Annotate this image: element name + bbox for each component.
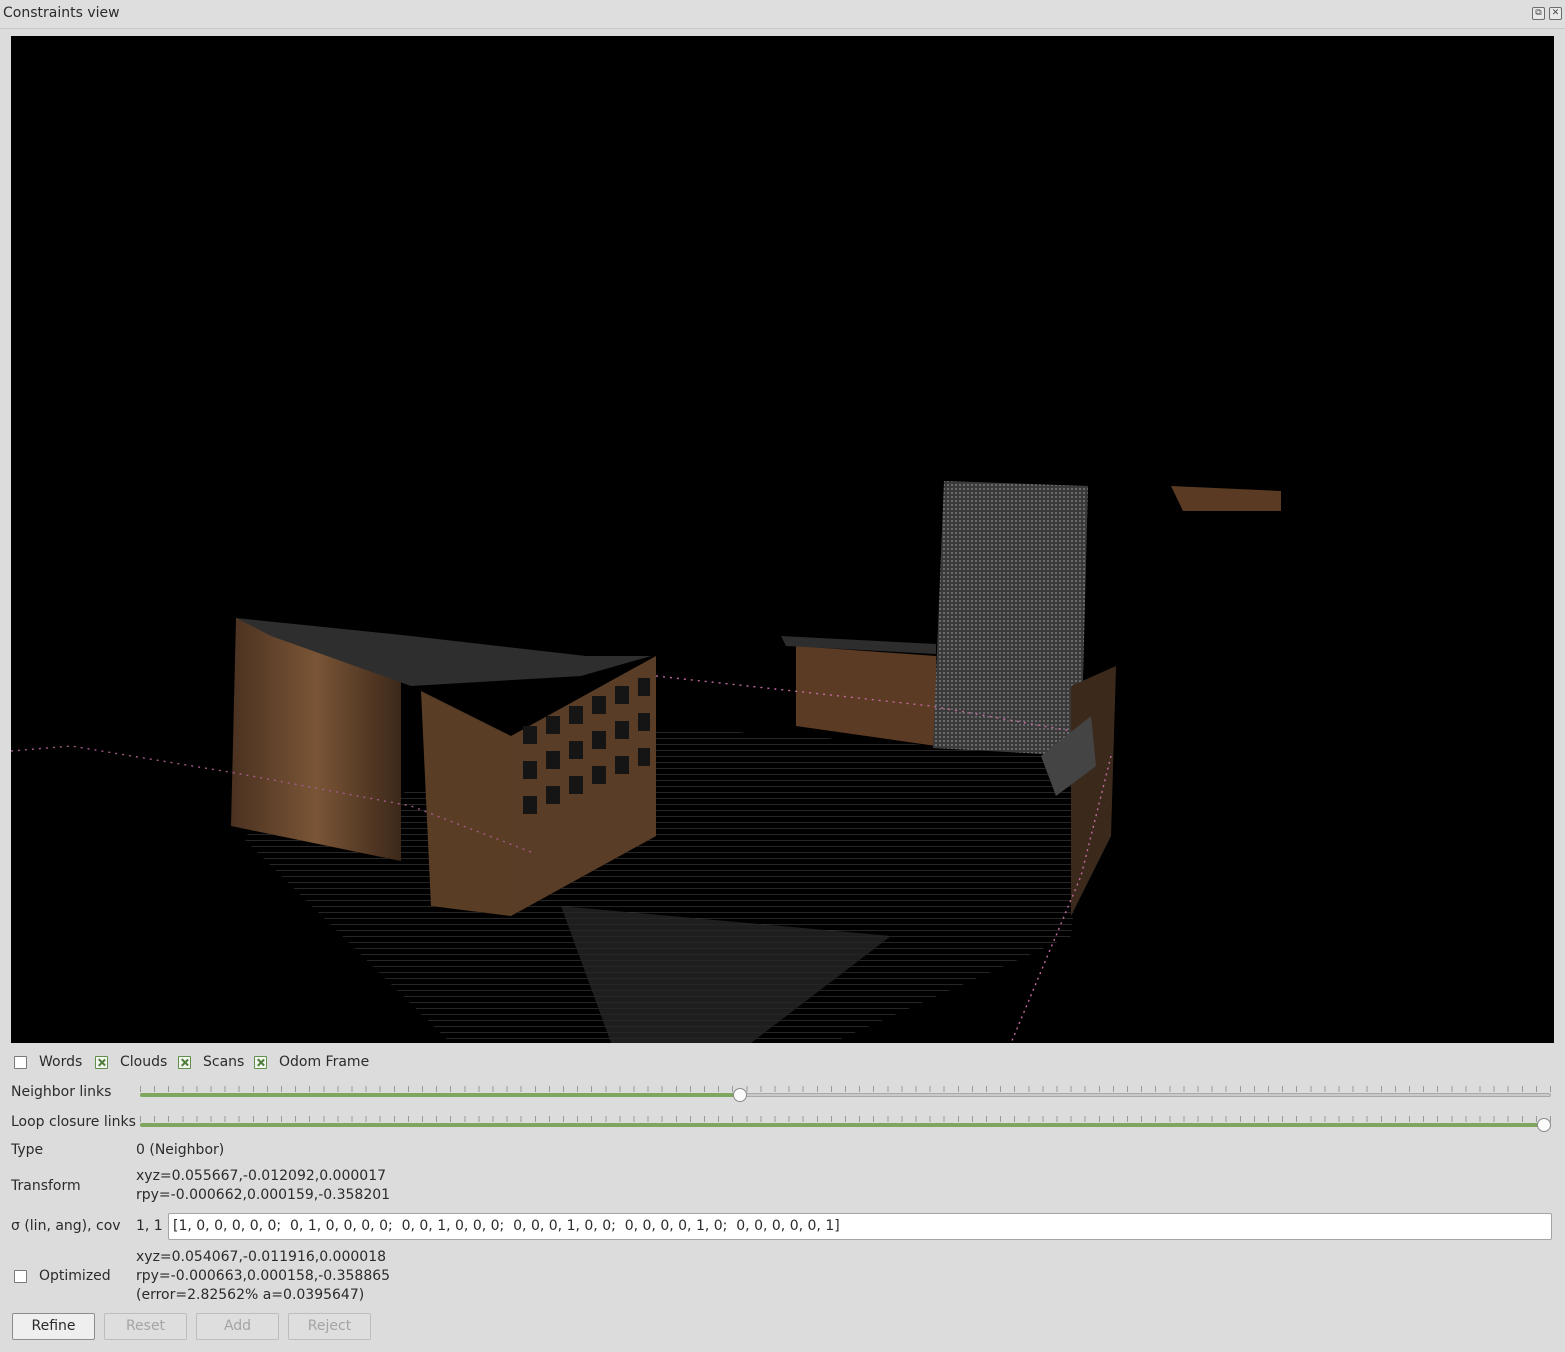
slider-handle[interactable] (1537, 1118, 1551, 1132)
title-bar: Constraints view ⧉ ✕ (0, 0, 1565, 29)
sigma-label: σ (lin, ang), cov (11, 1218, 121, 1234)
slider-ticks (140, 1086, 1551, 1092)
optimized-error: (error=2.82562% a=0.0395647) (136, 1287, 365, 1303)
neighbor-links-label: Neighbor links (11, 1084, 112, 1100)
covariance-field[interactable]: [1, 0, 0, 0, 0, 0; 0, 1, 0, 0, 0, 0; 0, … (168, 1213, 1552, 1240)
transform-label: Transform (11, 1178, 81, 1194)
optimized-checkbox-box[interactable] (14, 1270, 27, 1283)
reject-button[interactable]: Reject (288, 1313, 371, 1340)
slider-ticks (140, 1116, 1551, 1122)
odom-frame-checkbox-box[interactable] (254, 1056, 267, 1069)
optimized-xyz: xyz=0.054067,-0.011916,0.000018 (136, 1249, 387, 1265)
clouds-checkbox-box[interactable] (95, 1056, 108, 1069)
words-label: Words (39, 1054, 83, 1070)
clouds-label: Clouds (120, 1054, 168, 1070)
loop-closure-links-label: Loop closure links (11, 1114, 136, 1130)
slider-fill (140, 1093, 740, 1097)
transform-xyz: xyz=0.055667,-0.012092,0.000017 (136, 1168, 387, 1184)
add-button[interactable]: Add (196, 1313, 279, 1340)
3d-viewer[interactable] (11, 36, 1554, 1043)
odom-frame-label: Odom Frame (279, 1054, 370, 1070)
type-label: Type (11, 1142, 44, 1158)
close-icon[interactable]: ✕ (1549, 7, 1562, 20)
slider-fill (140, 1123, 1551, 1127)
window-title: Constraints view (3, 5, 120, 21)
scans-label: Scans (203, 1054, 245, 1070)
refine-button[interactable]: Refine (12, 1313, 95, 1340)
float-icon[interactable]: ⧉ (1532, 7, 1545, 20)
scans-checkbox-box[interactable] (178, 1056, 191, 1069)
transform-rpy: rpy=-0.000662,0.000159,-0.358201 (136, 1187, 391, 1203)
reset-button[interactable]: Reset (104, 1313, 187, 1340)
type-value: 0 (Neighbor) (136, 1142, 225, 1158)
point-cloud-scene (11, 481, 1281, 1043)
words-checkbox-box[interactable] (14, 1056, 27, 1069)
sigma-value: 1, 1 (136, 1218, 163, 1234)
neighbor-links-slider[interactable] (140, 1086, 1551, 1102)
optimized-rpy: rpy=-0.000663,0.000158,-0.358865 (136, 1268, 391, 1284)
optimized-label: Optimized (39, 1268, 111, 1284)
slider-handle[interactable] (732, 1088, 747, 1102)
loop-closure-links-slider[interactable] (140, 1116, 1551, 1132)
